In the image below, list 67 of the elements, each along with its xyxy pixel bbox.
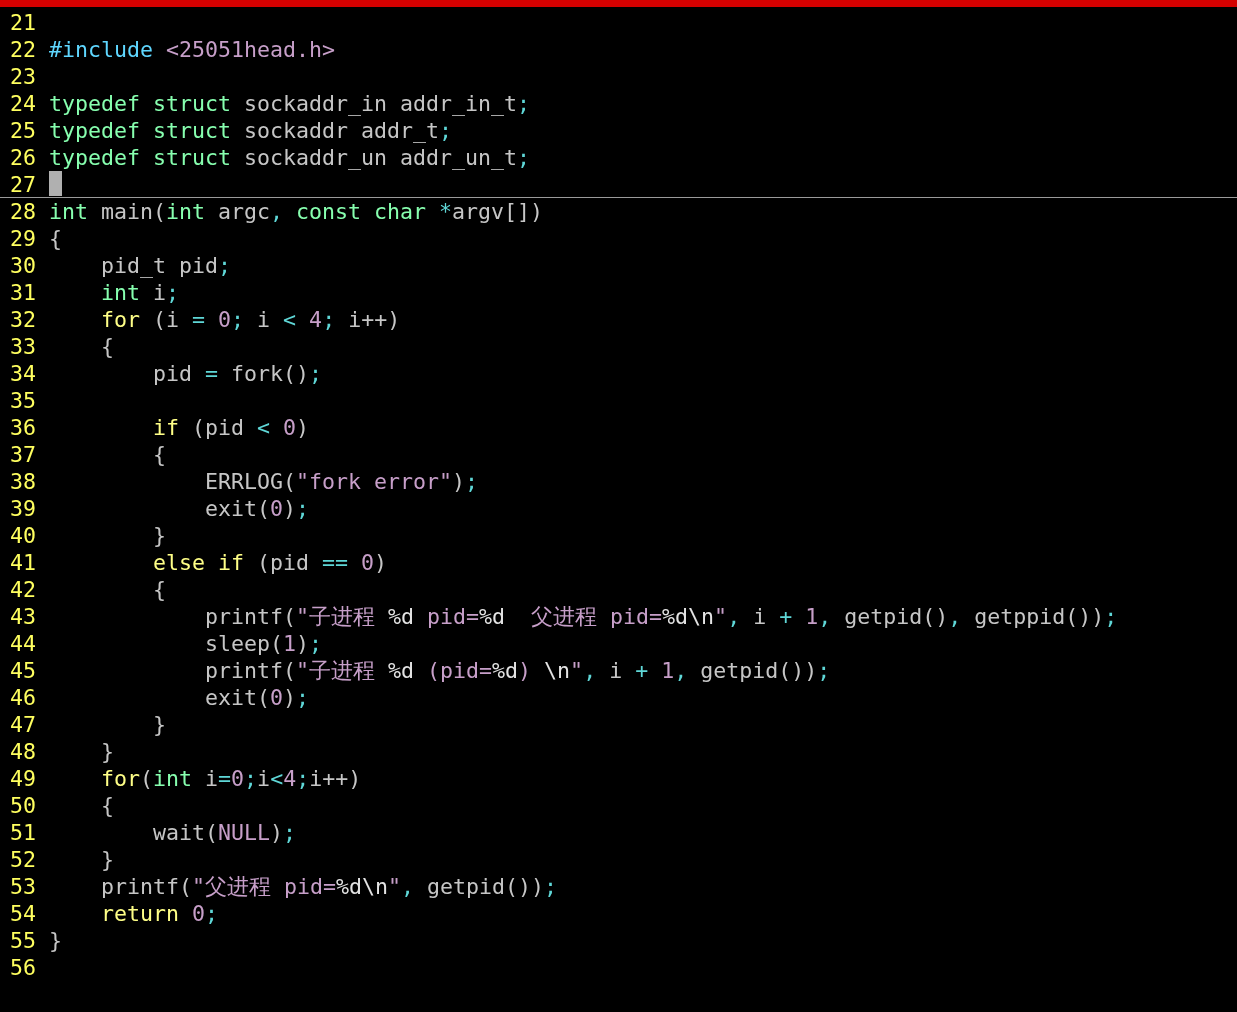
code-line: pid_t pid; — [100, 252, 232, 279]
line-number: 55 — [10, 927, 37, 954]
code-line: } — [100, 738, 114, 765]
line-number: 56 — [10, 954, 37, 981]
code-line: typedef struct sockaddr_un addr_un_t; — [49, 144, 531, 171]
code-line: } — [152, 711, 166, 738]
line-number: 27 — [10, 171, 37, 197]
code-line: printf("子进程 %d (pid=%d) \n", i + 1, getpid()); — [204, 657, 831, 684]
line-number: 36 — [10, 414, 37, 441]
line-number: 35 — [10, 387, 37, 414]
line-number: 49 — [10, 765, 37, 792]
code-line: typedef struct sockaddr_in addr_in_t; — [49, 90, 531, 117]
line-number: 44 — [10, 630, 37, 657]
line-number: 30 — [10, 252, 37, 279]
code-line: int main(int argc, const char *argv[]) — [49, 198, 544, 225]
code-line: exit(0); — [204, 684, 310, 711]
line-number: 29 — [10, 225, 37, 252]
line-number: 51 — [10, 819, 37, 846]
code-line: else if (pid == 0) — [152, 549, 388, 576]
line-number: 23 — [10, 63, 37, 90]
line-number: 43 — [10, 603, 37, 630]
line-number: 47 — [10, 711, 37, 738]
code-line: int i; — [100, 279, 180, 306]
code-line: exit(0); — [204, 495, 310, 522]
code-line: { — [152, 576, 166, 603]
line-number: 41 — [10, 549, 37, 576]
code-line: } — [152, 522, 166, 549]
line-number: 48 — [10, 738, 37, 765]
code-line: } — [49, 927, 62, 954]
line-number: 26 — [10, 144, 37, 171]
line-number: 54 — [10, 900, 37, 927]
line-number: 38 — [10, 468, 37, 495]
code-line: printf("子进程 %d pid=%d 父进程 pid=%d\n", i + 1, getpid(), getppid()); — [204, 603, 1118, 630]
code-line: for(int i=0;i<4;i++) — [100, 765, 362, 792]
code-line: sleep(1); — [204, 630, 323, 657]
line-number: 31 — [10, 279, 37, 306]
code-line: #include <25051head.h> — [49, 36, 336, 63]
code-line: for (i = 0; i < 4; i++) — [100, 306, 401, 333]
line-number: 52 — [10, 846, 37, 873]
line-number: 42 — [10, 576, 37, 603]
line-number: 28 — [10, 198, 37, 225]
line-number: 22 — [10, 36, 37, 63]
code-line: { — [152, 441, 166, 468]
line-number: 39 — [10, 495, 37, 522]
line-number: 24 — [10, 90, 37, 117]
line-number: 53 — [10, 873, 37, 900]
line-number: 45 — [10, 657, 37, 684]
line-number: 33 — [10, 333, 37, 360]
code-line: } — [100, 846, 114, 873]
line-number: 46 — [10, 684, 37, 711]
code-line: if (pid < 0) — [152, 414, 310, 441]
line-number: 25 — [10, 117, 37, 144]
line-number: 37 — [10, 441, 37, 468]
code-line: ERRLOG("fork error"); — [204, 468, 479, 495]
line-number: 21 — [10, 9, 37, 36]
code-line: { — [49, 225, 62, 252]
code-line: wait(NULL); — [152, 819, 297, 846]
code-line: { — [100, 792, 114, 819]
line-number: 50 — [10, 792, 37, 819]
code-line: pid = fork(); — [152, 360, 323, 387]
code-line: { — [100, 333, 114, 360]
code-line: typedef struct sockaddr addr_t; — [49, 117, 453, 144]
line-number: 40 — [10, 522, 37, 549]
line-number: 34 — [10, 360, 37, 387]
code-line: printf("父进程 pid=%d\n", getpid()); — [100, 873, 558, 900]
line-number: 32 — [10, 306, 37, 333]
code-line: return 0; — [100, 900, 219, 927]
